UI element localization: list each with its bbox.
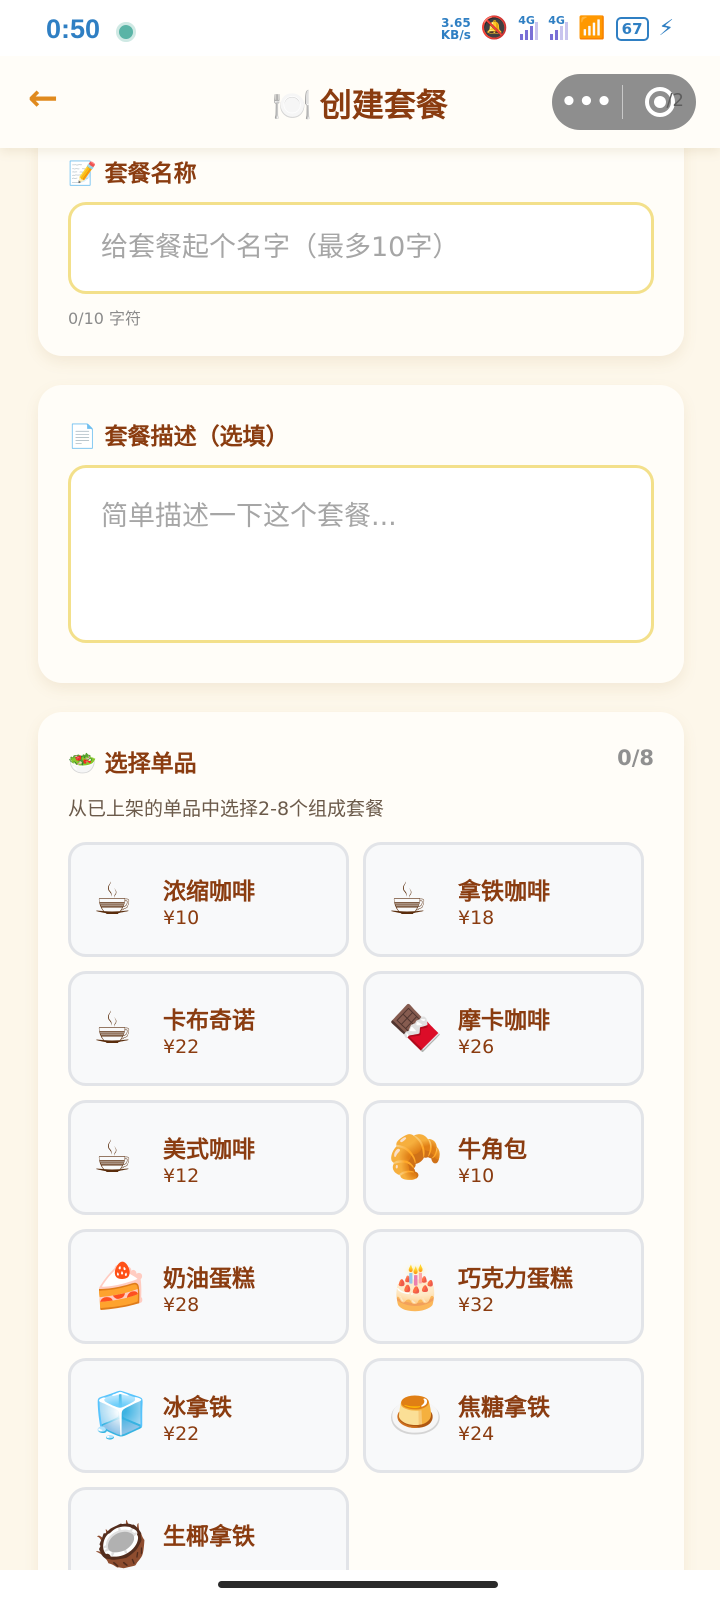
- document-icon: 📄: [68, 424, 97, 450]
- item-emoji-icon: 🎂: [388, 1261, 443, 1312]
- selected-count: 0/8: [617, 746, 654, 770]
- item-price: ¥26: [458, 1036, 495, 1058]
- item-emoji-icon: 🍮: [388, 1390, 443, 1441]
- items-hint: 从已上架的单品中选择2-8个组成套餐: [68, 798, 385, 820]
- wifi-icon: 📶: [578, 16, 606, 41]
- signal-2-icon: 4G: [548, 14, 569, 40]
- item-emoji-icon: ☕: [93, 1132, 133, 1183]
- mute-bell-icon: 🔕: [480, 16, 509, 41]
- item-emoji-icon: ☕: [93, 874, 133, 925]
- item-price: ¥22: [163, 1423, 200, 1445]
- item-name: 牛角包: [458, 1137, 527, 1163]
- item-name: 美式咖啡: [163, 1137, 255, 1163]
- item-price: ¥10: [458, 1165, 495, 1187]
- memo-icon: 📝: [68, 161, 97, 187]
- item-emoji-icon: 🥐: [388, 1132, 443, 1183]
- more-menu-icon[interactable]: •••: [552, 87, 622, 117]
- description-card: 📄 套餐描述（选填） 简单描述一下这个套餐...: [38, 385, 684, 683]
- items-section-title: 🥗 选择单品: [68, 751, 197, 777]
- item-name: 奶油蛋糕: [163, 1266, 255, 1292]
- char-count: 0/10 字符: [68, 309, 142, 328]
- battery-icon: 67: [615, 16, 649, 41]
- item-name: 巧克力蛋糕: [458, 1266, 573, 1292]
- item-name: 卡布奇诺: [163, 1008, 255, 1034]
- item-name: 拿铁咖啡: [458, 879, 550, 905]
- charging-icon: ⚡: [658, 16, 674, 41]
- item-name: 摩卡咖啡: [458, 1008, 550, 1034]
- package-description-textarea[interactable]: 简单描述一下这个套餐...: [68, 465, 654, 643]
- item-name: 焦糖拿铁: [458, 1395, 550, 1421]
- nav-header: ← 🍽️ 创建套餐 ••• /2: [0, 56, 720, 148]
- item-emoji-icon: ☕: [388, 874, 428, 925]
- item-price: ¥22: [163, 1036, 200, 1058]
- items-card: 🥗 选择单品 0/8 从已上架的单品中选择2-8个组成套餐 ☕ 浓缩咖啡 ¥10 ☕ 拿铁…: [38, 712, 684, 1600]
- item-option[interactable]: 🍰 奶油蛋糕 ¥28: [68, 1229, 349, 1344]
- item-price: ¥18: [458, 907, 495, 929]
- page-indicator: /2: [666, 90, 684, 111]
- item-option[interactable]: ☕ 卡布奇诺 ¥22: [68, 971, 349, 1086]
- home-indicator[interactable]: [218, 1581, 498, 1588]
- item-emoji-icon: 🍰: [93, 1261, 148, 1312]
- item-name: 浓缩咖啡: [163, 879, 255, 905]
- item-price: ¥12: [163, 1165, 200, 1187]
- net-speed: 3.65 KB/s: [440, 15, 471, 42]
- capsule-divider: [622, 85, 623, 119]
- item-option[interactable]: 🍮 焦糖拿铁 ¥24: [363, 1358, 644, 1473]
- clock: 0:50: [46, 14, 101, 44]
- item-emoji-icon: 🍫: [388, 1003, 443, 1054]
- salad-icon: 🥗: [68, 751, 97, 777]
- item-option[interactable]: ☕ 浓缩咖啡 ¥10: [68, 842, 349, 957]
- mini-program-capsule: ••• /2: [552, 74, 696, 130]
- item-price: ¥10: [163, 907, 200, 929]
- item-name: 冰拿铁: [163, 1395, 232, 1421]
- item-price: ¥32: [458, 1294, 495, 1316]
- status-bar: 0:50 3.65 KB/s 🔕 4G 4G 📶 67 ⚡: [0, 0, 720, 56]
- item-price: ¥28: [163, 1294, 200, 1316]
- item-option[interactable]: ☕ 美式咖啡 ¥12: [68, 1100, 349, 1215]
- gesture-bar: [0, 1570, 720, 1600]
- package-name-input[interactable]: 给套餐起个名字（最多10字）: [68, 202, 654, 294]
- item-name: 生椰拿铁: [163, 1524, 255, 1550]
- signal-1-icon: 4G: [518, 14, 539, 40]
- notification-dot-icon: [116, 22, 136, 42]
- item-option[interactable]: ☕ 拿铁咖啡 ¥18: [363, 842, 644, 957]
- item-price: ¥24: [458, 1423, 495, 1445]
- item-option[interactable]: 🎂 巧克力蛋糕 ¥32: [363, 1229, 644, 1344]
- name-section-title: 📝 套餐名称: [68, 161, 197, 187]
- item-option[interactable]: 🥐 牛角包 ¥10: [363, 1100, 644, 1215]
- item-option[interactable]: 🍫 摩卡咖啡 ¥26: [363, 971, 644, 1086]
- desc-section-title: 📄 套餐描述（选填）: [68, 424, 289, 450]
- status-icons: 3.65 KB/s 🔕 4G 4G 📶 67 ⚡: [440, 14, 674, 42]
- item-emoji-icon: 🧊: [93, 1390, 148, 1441]
- plate-icon: 🍽️: [272, 86, 312, 124]
- item-option[interactable]: 🧊 冰拿铁 ¥22: [68, 1358, 349, 1473]
- item-emoji-icon: 🥥: [93, 1519, 148, 1570]
- item-emoji-icon: ☕: [93, 1003, 133, 1054]
